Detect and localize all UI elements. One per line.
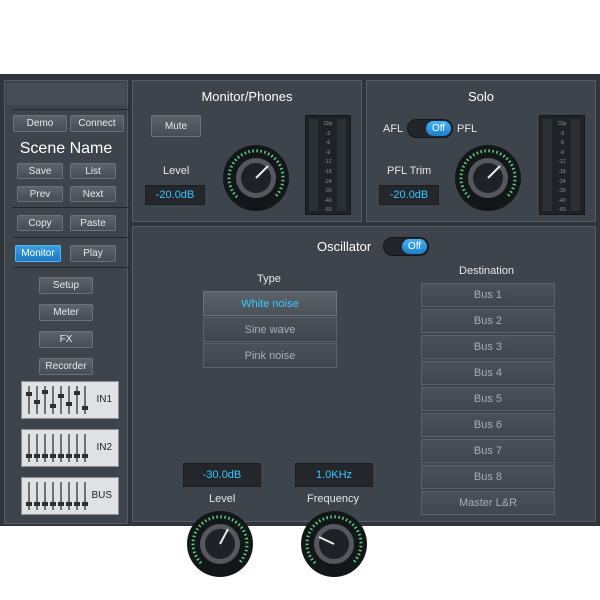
divider [13,207,129,208]
meter-button[interactable]: Meter [39,304,93,321]
scene-save-button[interactable]: Save [17,163,63,179]
divider [13,267,129,268]
toggle-state: Off [426,121,451,136]
connect-button[interactable]: Connect [70,115,124,132]
osc-frequency-knob[interactable] [301,511,367,577]
sidebar-top-strip [7,83,125,105]
afl-pfl-toggle[interactable]: Off [407,119,453,138]
divider [13,109,129,110]
demo-button[interactable]: Demo [13,115,67,132]
type-pink-noise[interactable]: Pink noise [203,343,337,368]
oscillator-panel: Oscillator Off Type White noise Sine wav… [132,226,596,577]
afl-label: AFL [383,123,404,135]
destination-bus-7[interactable]: Bus 7 [421,439,555,463]
pfl-trim-value[interactable]: -20.0dB [379,185,439,205]
sidebar: Demo Connect Scene Name Save List Prev N… [4,80,129,524]
oscillator-title: Oscillator [317,239,372,254]
mix-label: IN2 [96,442,112,453]
destination-bus-1[interactable]: Bus 1 [421,283,555,307]
type-label: Type [257,273,281,285]
mix-label: BUS [91,490,112,501]
osc-level-label: Level [209,493,236,505]
osc-frequency-label: Frequency [307,493,359,505]
recorder-button[interactable]: Recorder [39,358,93,375]
monitor-phones-title: Monitor/Phones [201,89,293,104]
type-white-noise[interactable]: White noise [203,291,337,316]
pfl-label: PFL [457,123,478,135]
destination-master-lr[interactable]: Master L&R [421,491,555,515]
scene-name-label: Scene Name [19,140,113,157]
mix-in2-thumbnail[interactable]: IN2 [21,429,119,467]
destination-label: Destination [459,265,515,277]
solo-panel: Solo AFL Off PFL PFL Trim -20.0dB Clip -3… [366,80,596,222]
meter-scale: Clip -3 -6 -9 -12 -18 -24 -30 -40 -60 [323,121,333,214]
monitor-level-value[interactable]: -20.0dB [145,185,205,205]
fx-button[interactable]: FX [39,331,93,348]
mix-in1-thumbnail[interactable]: IN1 [21,381,119,419]
scene-next-button[interactable]: Next [70,186,116,202]
destination-bus-6[interactable]: Bus 6 [421,413,555,437]
destination-bus-4[interactable]: Bus 4 [421,361,555,385]
osc-frequency-value[interactable]: 1.0KHz [295,463,373,487]
type-sine-wave[interactable]: Sine wave [203,317,337,342]
mute-button[interactable]: Mute [151,115,201,137]
app-window: Demo Connect Scene Name Save List Prev N… [0,74,600,577]
divider [13,237,129,238]
monitor-button[interactable]: Monitor [15,245,61,262]
setup-button[interactable]: Setup [39,277,93,294]
pfl-trim-knob[interactable] [455,145,521,211]
mix-bus-thumbnail[interactable]: BUS [21,477,119,515]
oscillator-toggle[interactable]: Off [383,237,429,256]
solo-level-meter: Clip -3 -6 -9 -12 -18 -24 -30 -40 -60 [539,115,585,215]
destination-bus-5[interactable]: Bus 5 [421,387,555,411]
destination-bus-8[interactable]: Bus 8 [421,465,555,489]
monitor-level-knob[interactable] [223,145,289,211]
pfl-trim-label: PFL Trim [387,165,432,177]
monitor-level-meter: Clip -3 -6 -9 -12 -18 -24 -30 -40 -60 [305,115,351,215]
play-button[interactable]: Play [70,245,116,262]
paste-button[interactable]: Paste [70,215,116,231]
osc-level-knob[interactable] [187,511,253,577]
meter-scale: Clip -3 -6 -9 -12 -18 -24 -30 -40 -60 [557,121,567,214]
solo-title: Solo [467,89,495,104]
monitor-level-label: Level [163,165,190,177]
destination-bus-3[interactable]: Bus 3 [421,335,555,359]
scene-list-button[interactable]: List [70,163,116,179]
copy-button[interactable]: Copy [17,215,63,231]
scene-prev-button[interactable]: Prev [17,186,63,202]
osc-level-value[interactable]: -30.0dB [183,463,261,487]
destination-bus-2[interactable]: Bus 2 [421,309,555,333]
mix-label: IN1 [96,394,112,405]
toggle-state: Off [402,239,427,254]
monitor-phones-panel: Monitor/Phones Mute Level -20.0dB Clip -3… [132,80,362,222]
